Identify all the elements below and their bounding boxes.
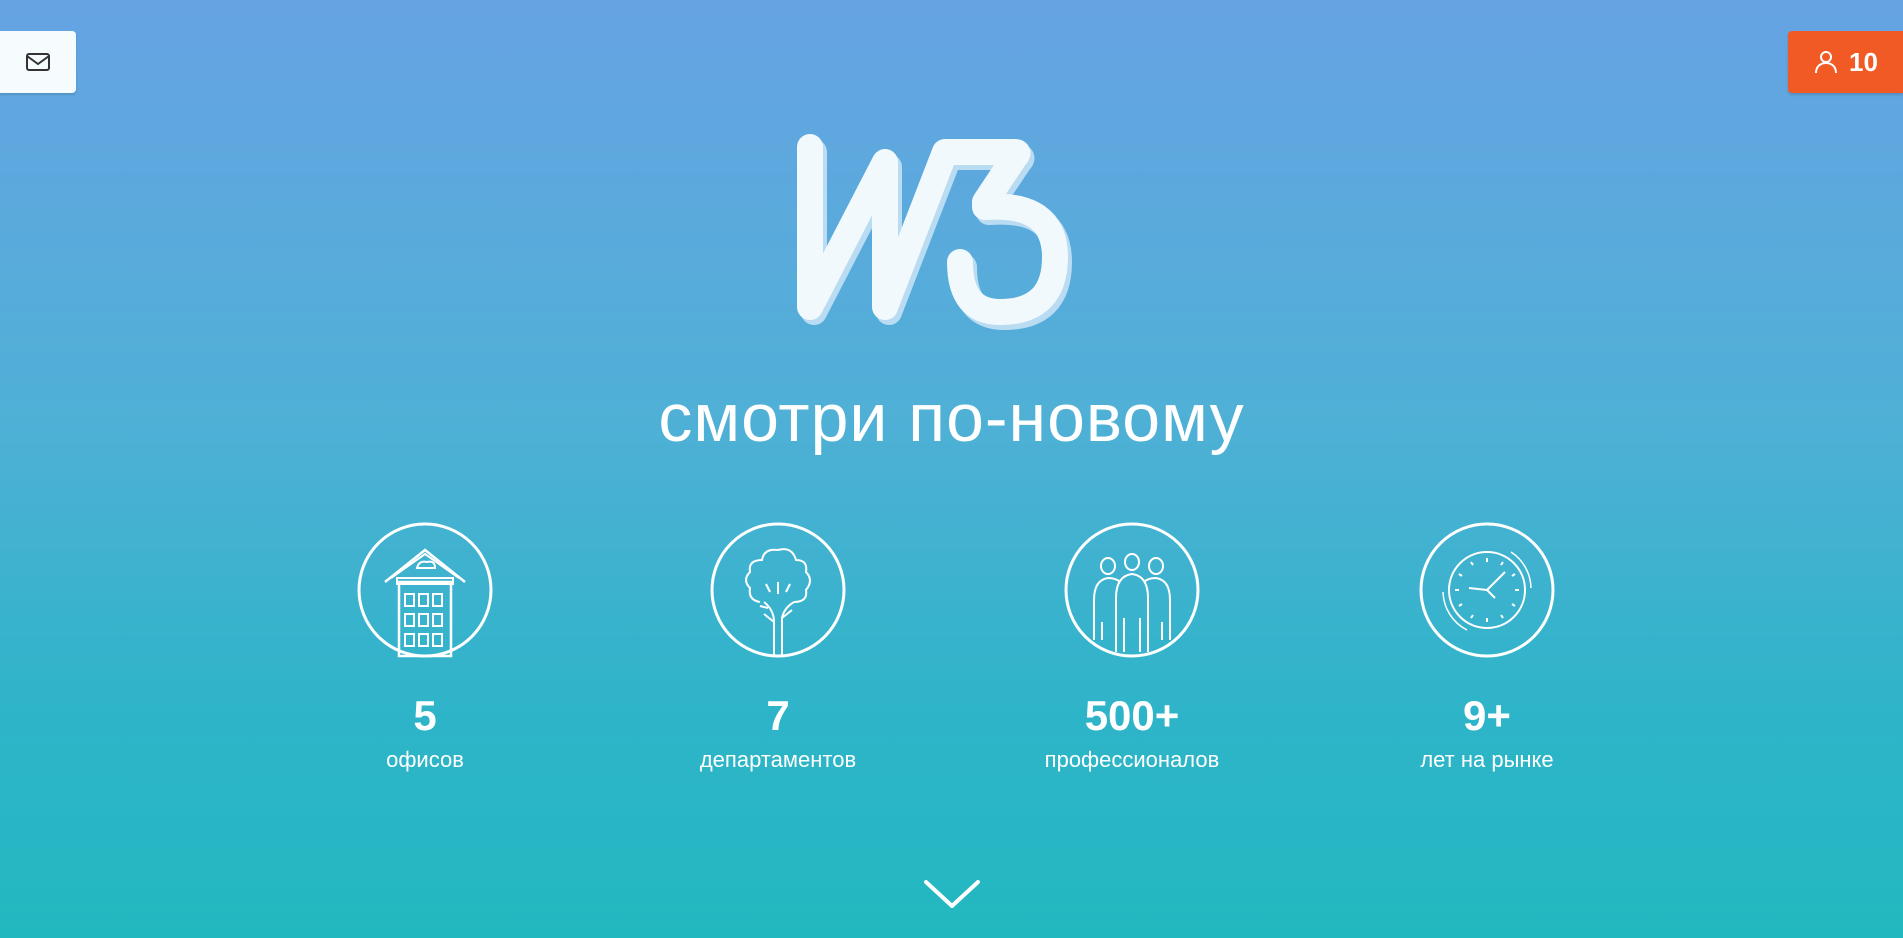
stat-label: лет на рынке: [1420, 747, 1554, 772]
stat-value: 500+: [1084, 692, 1180, 739]
user-icon: [1815, 51, 1838, 74]
mail-button[interactable]: [0, 31, 76, 93]
people-icon: [1064, 522, 1200, 658]
stat-years: 9+ лет на рынке: [1357, 522, 1617, 774]
stat-value: 7: [766, 692, 790, 739]
building-icon: [357, 522, 493, 658]
user-count: 10: [1849, 46, 1878, 77]
stat-label: профессионалов: [1044, 747, 1220, 772]
stat-value: 5: [413, 692, 437, 739]
mail-icon: [26, 53, 50, 71]
stat-departments: 7 департаментов: [648, 522, 908, 774]
clock-icon: [1419, 522, 1555, 658]
w3-logo[interactable]: [790, 132, 1110, 332]
stat-label: офисов: [386, 747, 464, 772]
chevron-down-icon[interactable]: [922, 874, 982, 914]
tree-icon: [710, 522, 846, 658]
stat-label: департаментов: [699, 747, 857, 772]
stat-value: 9+: [1463, 692, 1511, 739]
user-count-button[interactable]: 10: [1788, 31, 1903, 93]
stat-offices: 5 офисов: [295, 522, 555, 774]
stat-professionals: 500+ профессионалов: [1002, 522, 1262, 774]
tagline: смотри по-новому: [658, 380, 1245, 456]
